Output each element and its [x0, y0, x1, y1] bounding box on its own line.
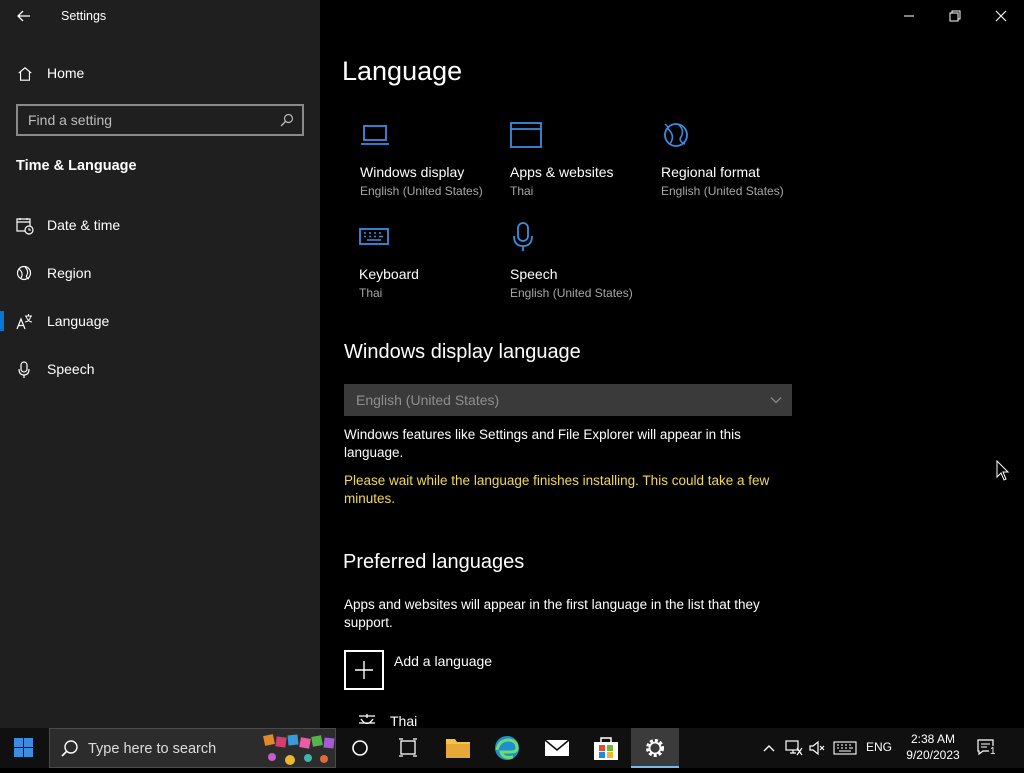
tile-subtitle: English (United States) — [360, 184, 483, 198]
app-title: Settings — [61, 9, 107, 23]
back-arrow-icon — [17, 10, 30, 22]
folder-icon — [446, 739, 470, 758]
minimize-icon — [904, 15, 914, 17]
mail-icon — [544, 739, 570, 756]
tile-title: Speech — [510, 266, 558, 282]
sidebar-item-date-time[interactable]: Date & time — [0, 205, 320, 245]
tile-title: Windows display — [360, 164, 465, 180]
display-language-dropdown[interactable]: English (United States) — [344, 384, 792, 416]
tile-subtitle: English (United States) — [510, 286, 633, 300]
search-icon — [61, 740, 78, 757]
calendar-clock-icon — [16, 218, 34, 235]
taskbar-clock[interactable]: 2:38 AM 9/20/2023 — [900, 731, 966, 763]
settings-window: Settings Home Time & Language Date & tim… — [0, 0, 1024, 728]
file-explorer-button[interactable] — [434, 728, 482, 768]
cortana-circle-icon — [352, 740, 368, 756]
dropdown-value: English (United States) — [356, 392, 500, 408]
windows-logo-icon — [14, 738, 33, 757]
tile-keyboard[interactable]: Keyboard Thai — [359, 222, 509, 312]
close-button[interactable] — [978, 0, 1024, 32]
preferred-languages-description: Apps and websites will appear in the fir… — [344, 597, 760, 630]
display-language-description: Windows features like Settings and File … — [344, 427, 741, 460]
gear-icon — [646, 739, 664, 757]
tile-apps-websites[interactable]: Apps & websites Thai — [510, 120, 660, 210]
tile-title: Apps & websites — [510, 164, 614, 180]
microphone-icon — [18, 361, 30, 378]
back-button[interactable] — [12, 4, 36, 28]
tile-title: Keyboard — [359, 266, 419, 282]
restore-button[interactable] — [932, 0, 978, 32]
globe-format-icon — [664, 123, 688, 147]
chevron-down-icon — [770, 397, 782, 404]
tile-subtitle: English (United States) — [661, 184, 784, 198]
clock-date: 9/20/2023 — [906, 748, 960, 762]
mouse-cursor-icon — [996, 460, 1010, 481]
edge-browser-icon — [495, 736, 519, 760]
chevron-up-icon[interactable] — [762, 742, 776, 754]
sidebar-item-home[interactable]: Home — [0, 53, 320, 93]
taskbar-search-placeholder: Type here to search — [88, 741, 217, 757]
tile-windows-display[interactable]: Windows display English (United States) — [360, 120, 510, 210]
laptop-icon — [361, 125, 389, 145]
sidebar-item-language[interactable]: Language — [0, 301, 320, 341]
sidebar-item-region[interactable]: Region — [0, 253, 320, 293]
keyboard-icon — [359, 228, 389, 245]
taskbar-search[interactable]: Type here to search — [49, 728, 336, 768]
sidebar-item-label: Speech — [47, 361, 95, 377]
network-icon[interactable] — [785, 740, 803, 756]
sidebar-item-label: Language — [47, 313, 110, 329]
preferred-languages-heading: Preferred languages — [343, 551, 525, 573]
tile-speech[interactable]: Speech English (United States) — [510, 222, 660, 312]
search-highlight-decoration-icon — [263, 734, 335, 765]
language-icon — [16, 314, 33, 330]
tile-regional-format[interactable]: Regional format English (United States) — [661, 120, 811, 210]
sidebar: Settings Home Time & Language Date & tim… — [0, 0, 320, 728]
add-language-button[interactable] — [344, 650, 384, 690]
microphone-icon — [513, 222, 533, 251]
tile-title: Regional format — [661, 164, 760, 180]
restore-icon — [949, 10, 961, 22]
main-content: Language Windows display English (United… — [320, 0, 1024, 728]
sidebar-item-label: Home — [47, 65, 85, 81]
task-view-button[interactable] — [384, 728, 432, 768]
browser-window-icon — [510, 122, 542, 148]
display-language-heading: Windows display language — [344, 341, 581, 363]
plus-icon — [355, 661, 373, 679]
sidebar-item-label: Date & time — [47, 217, 121, 233]
task-view-icon — [399, 738, 417, 757]
sidebar-item-label: Region — [47, 265, 92, 281]
tile-subtitle: Thai — [359, 286, 383, 300]
globe-region-icon — [16, 265, 32, 281]
mail-button[interactable] — [533, 728, 581, 768]
close-icon — [995, 10, 1007, 22]
preferred-language-item[interactable]: Thai — [390, 713, 417, 728]
notification-count-badge: 1 — [989, 746, 997, 757]
touch-keyboard-icon[interactable] — [833, 741, 857, 755]
language-pack-icon — [359, 714, 375, 725]
sidebar-item-speech[interactable]: Speech — [0, 349, 320, 389]
cortana-button[interactable] — [336, 728, 384, 768]
action-center-button[interactable]: 1 — [976, 738, 1000, 758]
install-warning: Please wait while the language finishes … — [344, 473, 770, 506]
search-input[interactable] — [28, 111, 268, 129]
settings-taskbar-button[interactable] — [631, 728, 679, 768]
search-box[interactable] — [16, 104, 304, 136]
edge-browser-button[interactable] — [483, 728, 531, 768]
volume-muted-icon[interactable] — [809, 740, 827, 756]
clock-time: 2:38 AM — [910, 732, 956, 746]
microsoft-store-button[interactable] — [582, 728, 630, 768]
add-language-label[interactable]: Add a language — [394, 653, 492, 669]
page-title: Language — [342, 56, 463, 86]
home-icon — [18, 67, 32, 81]
taskbar: Type here to search ENG 2:38 AM 9/20/202… — [0, 728, 1024, 768]
minimize-button[interactable] — [886, 0, 932, 32]
input-indicator[interactable]: ENG — [866, 740, 892, 754]
tile-subtitle: Thai — [510, 184, 534, 198]
search-icon — [280, 113, 294, 127]
selection-indicator — [0, 311, 4, 331]
store-bag-icon — [594, 737, 618, 760]
start-button[interactable] — [0, 728, 48, 768]
section-heading: Time & Language — [16, 158, 137, 174]
